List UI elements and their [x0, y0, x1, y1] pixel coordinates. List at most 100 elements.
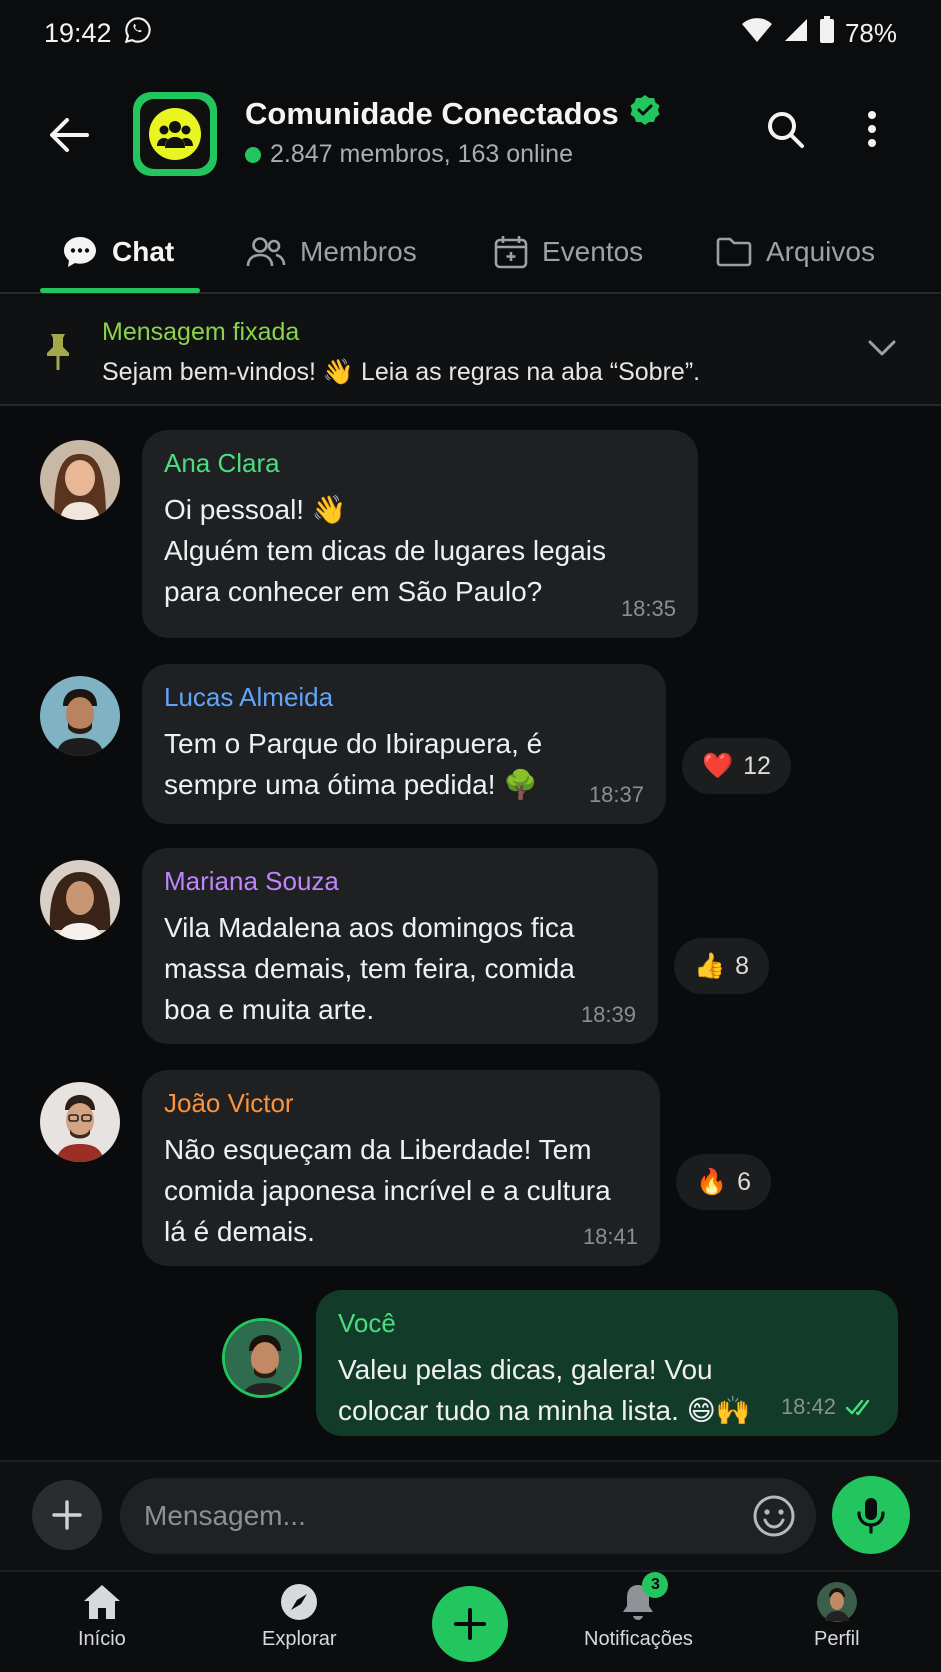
nav-perfil[interactable]: Perfil	[814, 1580, 860, 1651]
nav-explorar-label: Explorar	[262, 1628, 337, 1650]
tab-bar: Chat Membros Eventos Arquivos	[0, 206, 941, 294]
tab-eventos[interactable]: Eventos	[494, 222, 643, 282]
signal-icon	[783, 17, 809, 50]
more-options-button[interactable]	[850, 104, 894, 154]
message-text: para conhecer em São Paulo?	[164, 576, 543, 607]
more-vertical-icon	[868, 111, 876, 147]
attach-button[interactable]	[32, 1480, 102, 1550]
avatar-mariana-souza[interactable]	[40, 860, 120, 940]
pinned-title: Mensagem fixada	[102, 318, 300, 346]
message-text: Valeu pelas dicas, galera! Vou	[338, 1354, 713, 1385]
avatar-joao-victor[interactable]	[40, 1082, 120, 1162]
plus-icon	[454, 1608, 486, 1640]
compass-icon	[277, 1580, 321, 1624]
pinned-message[interactable]: Mensagem fixada Sejam bem-vindos! 👋 Leia…	[0, 296, 941, 406]
status-time: 19:42	[44, 17, 112, 48]
message-bubble[interactable]: Lucas Almeida Tem o Parque do Ibirapuera…	[142, 664, 666, 824]
profile-avatar	[815, 1580, 859, 1624]
message-sender[interactable]: Lucas Almeida	[164, 682, 644, 713]
emoji-icon[interactable]	[752, 1494, 796, 1538]
search-icon	[768, 112, 804, 148]
message-text: Não esqueçam da Liberdade! Tem	[164, 1134, 592, 1165]
avatar-ana-clara[interactable]	[40, 440, 120, 520]
message-time: 18:39	[580, 1002, 636, 1027]
arrow-left-icon	[50, 118, 89, 152]
message-text: Oi pessoal! 👋	[164, 494, 347, 525]
person-avatar-icon	[40, 440, 120, 520]
fire-reaction-icon: 🔥	[696, 1167, 728, 1196]
online-dot-icon	[245, 146, 261, 163]
message-bubble[interactable]: João Victor Não esqueçam da Liberdade! T…	[142, 1070, 660, 1266]
nav-notificacoes[interactable]: 3 Notificações	[584, 1572, 693, 1651]
message-text: lá é demais.	[164, 1216, 315, 1247]
reaction-count: 6	[737, 1167, 752, 1196]
pin-icon	[47, 334, 69, 370]
chat-bubble-icon	[64, 237, 96, 267]
message-time: 18:42	[780, 1394, 836, 1419]
message-sender[interactable]: Ana Clara	[164, 448, 676, 479]
tab-arquivos-label: Arquivos	[766, 236, 875, 267]
chevron-down-icon[interactable]	[866, 336, 898, 360]
message-text: Alguém tem dicas de lugares legais	[164, 535, 607, 566]
nav-explorar[interactable]: Explorar	[262, 1580, 336, 1651]
heart-reaction-icon: ❤️	[702, 751, 734, 780]
home-icon	[80, 1580, 124, 1624]
message-sender[interactable]: João Victor	[164, 1088, 638, 1119]
group-name: Comunidade Conectados	[245, 96, 619, 131]
message-input[interactable]	[144, 1500, 704, 1532]
group-avatar[interactable]	[133, 92, 217, 176]
message-text: sempre uma ótima pedida! 🌳	[164, 769, 539, 800]
person-avatar-icon	[225, 1321, 299, 1395]
nav-notificacoes-label: Notificações	[584, 1628, 693, 1650]
message-list[interactable]: Ana Clara Oi pessoal! 👋 Alguém tem dicas…	[0, 408, 941, 1458]
tab-membros[interactable]: Membros	[246, 222, 417, 282]
message-time: 18:35	[620, 596, 676, 621]
tab-membros-label: Membros	[300, 236, 417, 267]
tab-arquivos[interactable]: Arquivos	[716, 222, 875, 282]
active-tab-indicator	[40, 288, 200, 293]
message-sender[interactable]: Mariana Souza	[164, 866, 636, 897]
whatsapp-icon	[124, 16, 152, 51]
reaction-chip[interactable]: 🔥 6	[676, 1154, 772, 1210]
message-time: 18:41	[582, 1224, 638, 1249]
message-bubble[interactable]: Ana Clara Oi pessoal! 👋 Alguém tem dicas…	[142, 430, 698, 638]
message-text: comida japonesa incrível e a cultura	[164, 1175, 611, 1206]
pinned-text: Sejam bem-vindos! 👋 Leia as regras na ab…	[102, 358, 701, 386]
folder-icon	[716, 237, 752, 267]
search-button[interactable]	[760, 104, 810, 154]
person-avatar-icon	[40, 860, 120, 940]
avatar-own[interactable]	[222, 1318, 302, 1398]
status-left: 19:42	[44, 16, 152, 51]
bell-icon: 3	[616, 1572, 669, 1624]
avatar-lucas-almeida[interactable]	[40, 676, 120, 756]
person-avatar-icon	[40, 676, 120, 756]
back-button[interactable]	[46, 112, 92, 158]
message-text: Vila Madalena aos domingos fica	[164, 912, 575, 943]
tab-chat-label: Chat	[112, 236, 175, 267]
reaction-chip[interactable]: 👍 8	[674, 938, 770, 994]
wifi-icon	[741, 17, 773, 50]
plus-icon	[52, 1500, 82, 1530]
message-bubble[interactable]: Mariana Souza Vila Madalena aos domingos…	[142, 848, 658, 1044]
reaction-chip[interactable]: ❤️ 12	[682, 738, 791, 794]
create-button[interactable]	[432, 1586, 508, 1662]
person-avatar-icon	[40, 1082, 120, 1162]
status-right: 78%	[741, 15, 897, 51]
reaction-count: 12	[743, 751, 771, 780]
double-check-icon	[846, 1399, 870, 1416]
nav-perfil-label: Perfil	[814, 1628, 860, 1650]
voice-message-button[interactable]	[832, 1476, 910, 1554]
group-title[interactable]: Comunidade Conectados	[245, 94, 661, 134]
notification-badge: 3	[642, 1572, 669, 1598]
calendar-icon	[494, 236, 528, 269]
message-text: Tem o Parque do Ibirapuera, é	[164, 728, 543, 759]
own-message-bubble[interactable]: Você Valeu pelas dicas, galera! Vou colo…	[316, 1290, 898, 1436]
bottom-navigation: Início Explorar 3 Notificações Perfil	[0, 1570, 941, 1672]
group-people-icon	[149, 108, 201, 160]
message-time: 18:37	[588, 782, 644, 807]
message-text: massa demais, tem feira, comida	[164, 953, 575, 984]
nav-inicio[interactable]: Início	[78, 1580, 126, 1651]
tab-chat[interactable]: Chat	[62, 222, 174, 282]
tab-eventos-label: Eventos	[542, 236, 644, 267]
message-input-box[interactable]	[120, 1478, 816, 1554]
